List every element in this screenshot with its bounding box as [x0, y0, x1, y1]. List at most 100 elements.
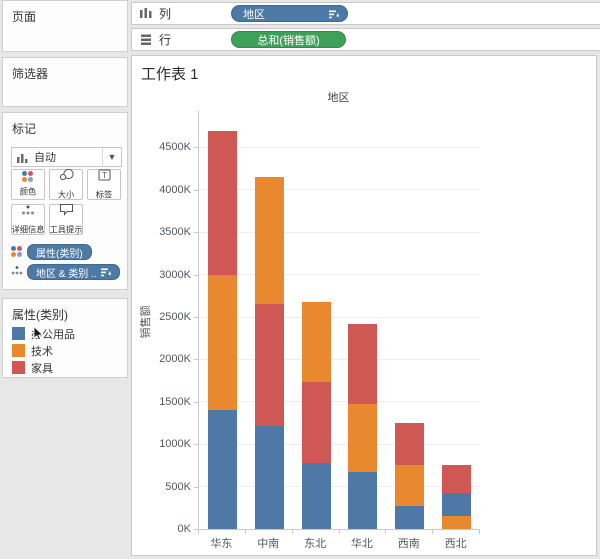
marks-pill-region-category[interactable]: 地区 & 类别 ..	[27, 264, 120, 280]
y-axis-tick-mark	[194, 402, 198, 403]
bar-segment-技术[interactable]	[208, 275, 237, 411]
stacked-bar-中南[interactable]	[255, 177, 284, 529]
svg-text:T: T	[102, 171, 107, 180]
legend-item[interactable]: 家具	[12, 359, 75, 376]
x-axis-category-label: 华东	[198, 535, 244, 551]
columns-shelf[interactable]: 列 地区	[131, 2, 600, 25]
marks-pill-label: 地区 & 类别 ..	[36, 265, 97, 280]
gridline	[199, 486, 480, 487]
y-axis-tick-mark	[194, 190, 198, 191]
rows-pill-sum-sales[interactable]: 总和(销售额)	[231, 31, 346, 48]
pages-shelf[interactable]: 页面	[2, 0, 128, 52]
stacked-bar-华北[interactable]	[348, 324, 377, 529]
rows-shelf[interactable]: 行 总和(销售额)	[131, 28, 600, 51]
bar-chart-icon	[17, 152, 28, 163]
y-axis-tick-label: 3500K	[132, 226, 191, 238]
x-axis-category-label: 中南	[245, 535, 291, 551]
bar-segment-办公用品[interactable]	[348, 472, 377, 529]
gridline	[199, 359, 480, 360]
rows-pill-label: 总和(销售额)	[257, 32, 319, 48]
sort-descending-icon	[101, 268, 111, 277]
y-axis-tick-label: 500K	[132, 481, 191, 493]
mark-type-dropdown[interactable]: 自动 ▼	[11, 147, 122, 167]
marks-pill-attribute-category[interactable]: 属性(类别)	[27, 244, 92, 260]
pages-shelf-title: 页面	[3, 1, 127, 25]
filters-shelf-title: 筛选器	[3, 58, 127, 82]
marks-button-detail-dots[interactable]: 详细信息	[11, 204, 45, 235]
gridline	[199, 401, 480, 402]
worksheet-canvas: 工作表 1 地区 销售额 0K500K1000K1500K2000K2500K3…	[131, 55, 597, 556]
bar-segment-办公用品[interactable]	[442, 493, 471, 517]
marks-button-label: 颜色	[20, 186, 37, 198]
gridline	[199, 317, 480, 318]
y-axis-tick-mark	[194, 232, 198, 233]
size-circles-icon	[59, 168, 74, 186]
y-axis-tick-label: 2500K	[132, 311, 191, 323]
stacked-bar-东北[interactable]	[302, 302, 331, 529]
x-axis-tick-mark	[479, 530, 480, 534]
label-icon: T	[98, 168, 111, 186]
bar-segment-家具[interactable]	[348, 324, 377, 405]
gridline	[199, 444, 480, 445]
bar-segment-办公用品[interactable]	[395, 506, 424, 529]
y-axis-tick-label: 1500K	[132, 396, 191, 408]
app-window: 页面 筛选器 标记 自动 ▼ 颜色大小T标签详细信息工具提示 属性(类别)	[0, 0, 600, 559]
y-axis-tick-mark	[194, 147, 198, 148]
legend-item-label: 技术	[31, 343, 53, 359]
stacked-bar-西南[interactable]	[395, 423, 424, 529]
y-axis-tick-label: 2000K	[132, 353, 191, 365]
bar-segment-技术[interactable]	[255, 177, 284, 304]
y-axis-tick-mark	[194, 359, 198, 360]
bar-segment-技术[interactable]	[442, 516, 471, 529]
bar-segment-家具[interactable]	[302, 382, 331, 463]
plot-area[interactable]	[198, 111, 480, 530]
legend-item[interactable]: 办公用品	[12, 325, 75, 342]
legend-item-label: 家具	[31, 360, 53, 376]
y-axis-tick-mark	[194, 487, 198, 488]
marks-button-label[interactable]: T标签	[87, 169, 121, 200]
bar-segment-技术[interactable]	[302, 302, 331, 383]
bar-segment-家具[interactable]	[208, 131, 237, 274]
bar-segment-技术[interactable]	[395, 465, 424, 507]
gridline	[199, 147, 480, 148]
marks-card: 标记 自动 ▼ 颜色大小T标签详细信息工具提示 属性(类别) 地区 & 类别 .…	[2, 112, 128, 290]
worksheet-title: 工作表 1	[141, 63, 199, 84]
marks-button-size-circles[interactable]: 大小	[49, 169, 83, 200]
marks-pill-label: 属性(类别)	[36, 245, 83, 260]
x-axis-category-label: 西北	[433, 535, 479, 551]
marks-button-label: 详细信息	[11, 224, 44, 236]
y-axis-tick-mark	[194, 275, 198, 276]
bar-segment-技术[interactable]	[348, 404, 377, 472]
gridline	[199, 232, 480, 233]
color-legend: 属性(类别) 办公用品技术家具	[2, 298, 128, 378]
stacked-bar-华东[interactable]	[208, 131, 237, 529]
x-axis-category-label: 西南	[386, 535, 432, 551]
legend-color-swatch	[12, 327, 25, 340]
marks-button-tooltip-bubble[interactable]: 工具提示	[49, 204, 83, 235]
x-axis-category-label: 东北	[292, 535, 338, 551]
y-axis-tick-label: 4500K	[132, 141, 191, 153]
detail-mark-dots-icon	[11, 263, 23, 281]
legend-item[interactable]: 技术	[12, 342, 75, 359]
stacked-bar-西北[interactable]	[442, 465, 471, 529]
sort-descending-icon[interactable]	[329, 10, 339, 19]
y-axis-tick-label: 4000K	[132, 184, 191, 196]
bar-segment-办公用品[interactable]	[302, 463, 331, 529]
bar-segment-家具[interactable]	[395, 423, 424, 465]
filters-shelf[interactable]: 筛选器	[2, 57, 128, 107]
columns-pill-label: 地区	[243, 6, 265, 22]
y-axis-tick-mark	[194, 444, 198, 445]
marks-button-color-dots[interactable]: 颜色	[11, 169, 45, 200]
x-axis-tick-mark	[339, 530, 340, 534]
bar-segment-办公用品[interactable]	[255, 426, 284, 529]
chevron-down-icon[interactable]: ▼	[102, 148, 121, 166]
columns-icon	[140, 8, 152, 19]
rows-icon	[140, 34, 152, 45]
x-axis-tick-mark	[385, 530, 386, 534]
bar-segment-家具[interactable]	[255, 304, 284, 426]
columns-shelf-label: 列	[159, 5, 171, 22]
bar-segment-家具[interactable]	[442, 465, 471, 492]
bar-segment-办公用品[interactable]	[208, 410, 237, 529]
columns-pill-region[interactable]: 地区	[231, 5, 348, 22]
x-axis-tick-mark	[198, 530, 199, 534]
